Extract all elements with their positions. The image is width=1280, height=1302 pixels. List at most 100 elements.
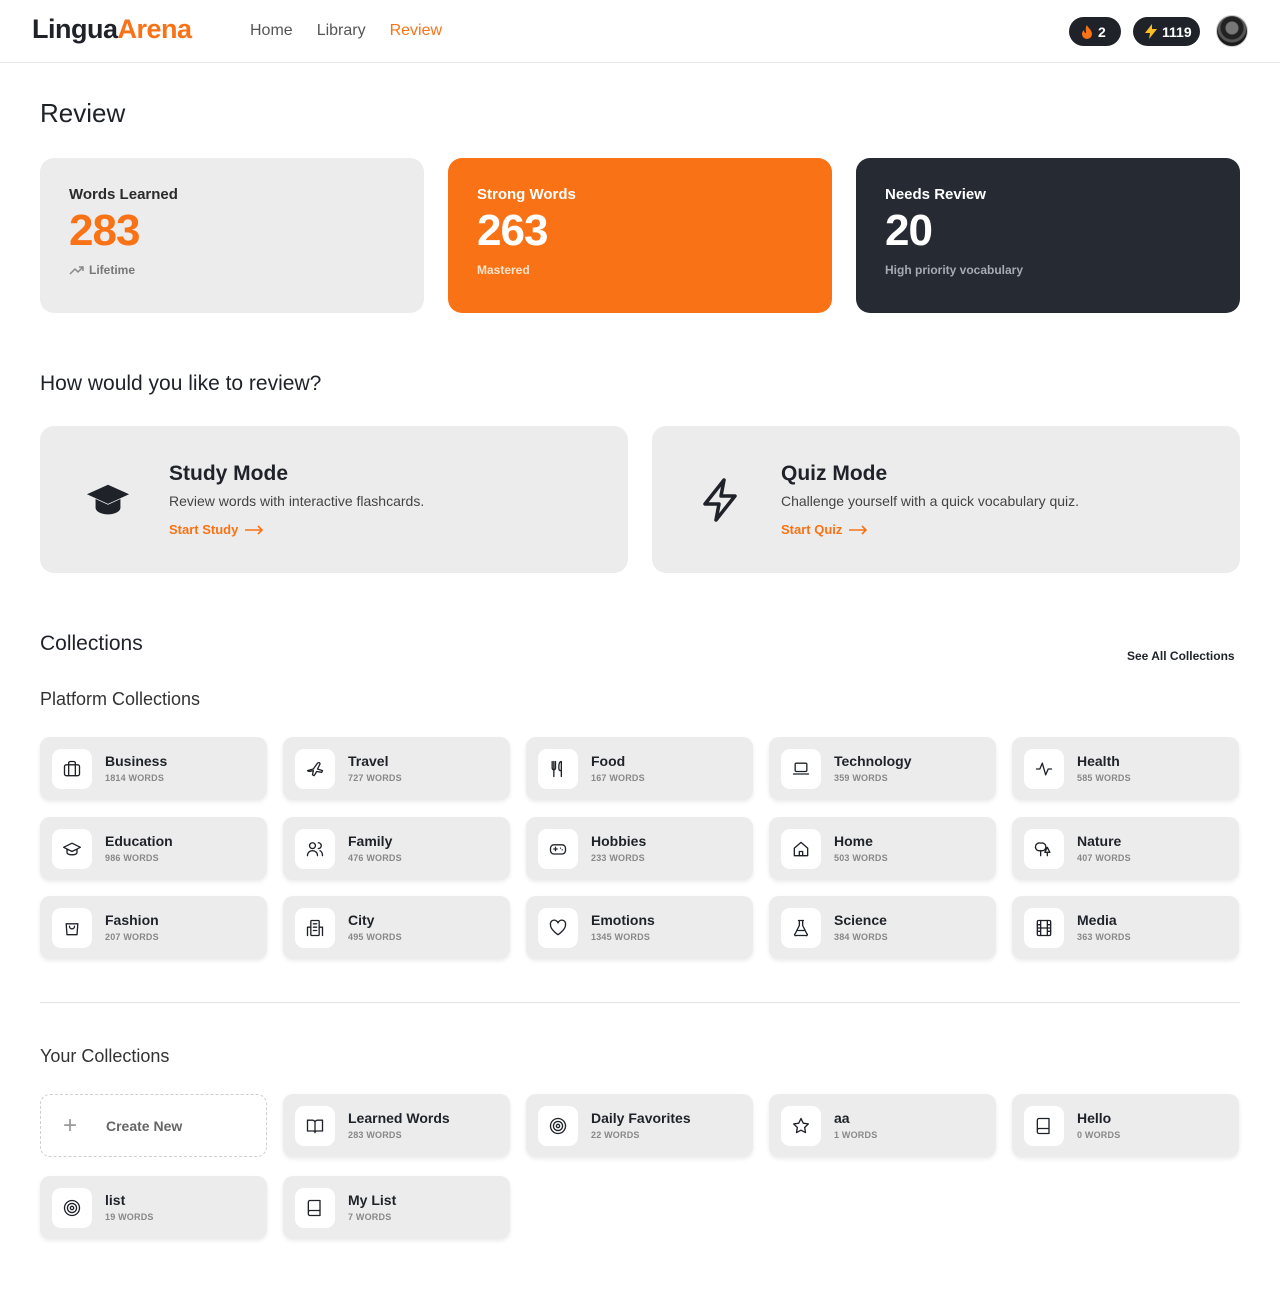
modes-title: How would you like to review? [40,372,322,395]
collection-name: Family [348,833,393,849]
bolt-icon [698,478,742,522]
collection-word-count: 233 WORDS [591,853,645,863]
collection-name: Media [1077,912,1117,928]
study-mode-card[interactable]: Study Mode Review words with interactive… [40,426,628,573]
collection-card-emotions[interactable]: Emotions 1345 WORDS [526,896,753,959]
collection-name: Business [105,753,168,769]
collection-word-count: 407 WORDS [1077,853,1131,863]
avatar[interactable] [1216,15,1248,47]
collection-name: Health [1077,753,1120,769]
collection-card-technology[interactable]: Technology 359 WORDS [769,737,996,800]
collection-name: Hobbies [591,833,647,849]
start-quiz-label: Start Quiz [781,522,843,537]
study-mode-desc: Review words with interactive flashcards… [169,493,425,509]
collection-word-count: 363 WORDS [1077,932,1131,942]
collection-word-count: 1 WORDS [834,1130,878,1140]
collection-card-health[interactable]: Health 585 WORDS [1012,737,1239,800]
film-icon [1024,908,1064,948]
collection-name: Daily Favorites [591,1110,691,1126]
collection-name: Nature [1077,833,1122,849]
collection-word-count: 585 WORDS [1077,773,1131,783]
collection-card-food[interactable]: Food 167 WORDS [526,737,753,800]
pulse-icon [1024,749,1064,789]
collection-word-count: 7 WORDS [348,1212,392,1222]
utensils-icon [538,749,578,789]
users-icon [295,829,335,869]
collection-name: Technology [834,753,912,769]
collection-name: Hello [1077,1110,1112,1126]
stat-label: Needs Review [885,186,986,203]
nav-review[interactable]: Review [390,22,442,40]
target-icon [52,1188,92,1228]
see-all-collections-link[interactable]: See All Collections [1127,649,1235,663]
collection-card-fashion[interactable]: Fashion 207 WORDS [40,896,267,959]
page-title: Review [40,98,126,128]
stat-label: Strong Words [477,186,576,203]
collection-word-count: 1814 WORDS [105,773,165,783]
collection-card-media[interactable]: Media 363 WORDS [1012,896,1239,959]
collection-name: Emotions [591,912,655,928]
nav-library[interactable]: Library [317,22,366,40]
laptop-icon [781,749,821,789]
collection-card-business[interactable]: Business 1814 WORDS [40,737,267,800]
collection-card-daily-favorites[interactable]: Daily Favorites 22 WORDS [526,1094,753,1157]
collection-name: City [348,912,375,928]
quiz-mode-card[interactable]: Quiz Mode Challenge yourself with a quic… [652,426,1240,573]
start-study-label: Start Study [169,522,239,537]
collection-word-count: 22 WORDS [591,1130,640,1140]
collection-card-learned-words[interactable]: Learned Words 283 WORDS [283,1094,510,1157]
collection-card-aa[interactable]: aa 1 WORDS [769,1094,996,1157]
create-collection-button[interactable]: + Create New [40,1094,267,1157]
streak-count: 2 [1098,23,1106,40]
collection-card-nature[interactable]: Nature 407 WORDS [1012,817,1239,880]
nav-home[interactable]: Home [250,22,293,40]
collection-word-count: 0 WORDS [1077,1130,1121,1140]
collection-card-home[interactable]: Home 503 WORDS [769,817,996,880]
stat-note-text: Lifetime [89,263,136,277]
stat-note: Lifetime [69,263,395,277]
create-new-label: Create New [106,1118,183,1134]
bolt-icon [1145,24,1157,39]
main-nav: Home Library Review [250,22,442,40]
stat-strong-words: Strong Words 263 Mastered [448,158,832,313]
start-study-link[interactable]: Start Study [169,522,264,537]
logo-text-lingua: Lingua [32,14,118,44]
quiz-mode-title: Quiz Mode [781,462,888,485]
collection-card-travel[interactable]: Travel 727 WORDS [283,737,510,800]
collection-name: Education [105,833,173,849]
collection-card-family[interactable]: Family 476 WORDS [283,817,510,880]
start-quiz-link[interactable]: Start Quiz [781,522,868,537]
flask-icon [781,908,821,948]
collection-word-count: 359 WORDS [834,773,888,783]
collection-card-my-list[interactable]: My List 7 WORDS [283,1176,510,1239]
collection-word-count: 167 WORDS [591,773,645,783]
arrow-right-icon [244,524,264,535]
collection-name: Home [834,833,873,849]
collection-name: list [105,1192,126,1208]
xp-badge[interactable]: 1119 [1133,17,1200,46]
collection-card-list[interactable]: list 19 WORDS [40,1176,267,1239]
collection-name: aa [834,1110,850,1126]
collection-card-hobbies[interactable]: Hobbies 233 WORDS [526,817,753,880]
collections-title: Collections [40,632,143,655]
stat-value: 283 [69,206,140,255]
app-logo[interactable]: LinguaArena [32,14,192,45]
stat-value: 263 [477,206,548,255]
briefcase-icon [52,749,92,789]
collection-word-count: 495 WORDS [348,932,402,942]
streak-badge[interactable]: 2 [1069,17,1121,46]
collection-card-hello[interactable]: Hello 0 WORDS [1012,1094,1239,1157]
trees-icon [1024,829,1064,869]
collection-card-science[interactable]: Science 384 WORDS [769,896,996,959]
collection-word-count: 19 WORDS [105,1212,154,1222]
shopping-bag-icon [52,908,92,948]
collection-name: Food [591,753,626,769]
collection-name: Fashion [105,912,159,928]
trending-up-icon [69,265,84,275]
collection-card-education[interactable]: Education 986 WORDS [40,817,267,880]
collection-name: Travel [348,753,389,769]
book-icon [1024,1106,1064,1146]
your-collections-title: Your Collections [40,1046,170,1066]
plane-icon [295,749,335,789]
collection-card-city[interactable]: City 495 WORDS [283,896,510,959]
